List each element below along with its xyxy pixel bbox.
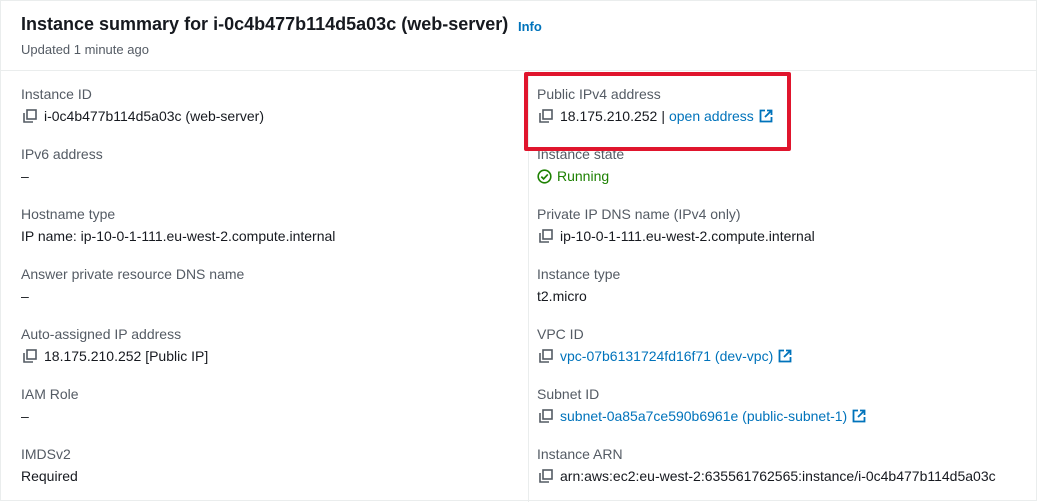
field-label: Instance type — [537, 266, 621, 282]
field-instance-id: Instance ID i-0c4b477b114d5a03c (web-ser… — [21, 86, 264, 124]
field-label: VPC ID — [537, 326, 584, 342]
field-label: Hostname type — [21, 206, 116, 222]
instance-arn-value: arn:aws:ec2:eu-west-2:635561762565:insta… — [560, 468, 996, 484]
check-circle-icon — [537, 168, 552, 184]
instance-summary-panel: Instance summary for i-0c4b477b114d5a03c… — [0, 0, 1037, 502]
copy-icon[interactable] — [539, 229, 553, 243]
copy-icon[interactable] — [23, 349, 37, 363]
field-answer-dns: Answer private resource DNS name – — [21, 266, 244, 304]
field-label: Subnet ID — [537, 386, 600, 402]
copy-icon[interactable] — [23, 109, 37, 123]
summary-header: Instance summary for i-0c4b477b114d5a03c… — [1, 1, 1036, 71]
field-value: Running — [537, 168, 624, 184]
field-label: Instance ID — [21, 86, 92, 102]
status-badge: Running — [557, 168, 610, 184]
copy-icon[interactable] — [539, 469, 553, 483]
field-label: Private IP DNS name (IPv4 only) — [537, 206, 741, 222]
field-value: i-0c4b477b114d5a03c (web-server) — [21, 108, 264, 124]
field-hostname-type: Hostname type IP name: ip-10-0-1-111.eu-… — [21, 206, 335, 244]
copy-icon[interactable] — [539, 349, 553, 363]
field-value: subnet-0a85a7ce590b6961e (public-subnet-… — [537, 408, 866, 424]
external-link-icon[interactable] — [852, 409, 866, 423]
field-value: arn:aws:ec2:eu-west-2:635561762565:insta… — [537, 468, 996, 484]
field-instance-arn: Instance ARN arn:aws:ec2:eu-west-2:63556… — [537, 446, 996, 484]
field-imdsv2: IMDSv2 Required — [21, 446, 78, 484]
subnet-id-link[interactable]: subnet-0a85a7ce590b6961e (public-subnet-… — [560, 408, 847, 424]
imdsv2-value: Required — [21, 468, 78, 484]
field-value: 18.175.210.252 [Public IP] — [21, 348, 208, 364]
updated-timestamp: Updated 1 minute ago — [21, 42, 149, 57]
external-link-icon[interactable] — [778, 349, 792, 363]
field-instance-state: Instance state Running — [537, 146, 624, 184]
field-value: vpc-07b6131724fd16f71 (dev-vpc) — [537, 348, 792, 364]
field-auto-assigned-ip: Auto-assigned IP address 18.175.210.252 … — [21, 326, 208, 364]
auto-ip-value: 18.175.210.252 [Public IP] — [44, 348, 209, 364]
field-private-dns: Private IP DNS name (IPv4 only) ip-10-0-… — [537, 206, 815, 244]
field-label: Auto-assigned IP address — [21, 326, 182, 342]
hostname-type-value: IP name: ip-10-0-1-111.eu-west-2.compute… — [21, 228, 336, 244]
vpc-id-link[interactable]: vpc-07b6131724fd16f71 (dev-vpc) — [560, 348, 773, 364]
field-label: IPv6 address — [21, 146, 103, 162]
copy-icon[interactable] — [539, 409, 553, 423]
field-value: ip-10-0-1-111.eu-west-2.compute.internal — [537, 228, 815, 244]
field-subnet-id: Subnet ID subnet-0a85a7ce590b6961e (publ… — [537, 386, 866, 424]
field-label: Answer private resource DNS name — [21, 266, 245, 282]
ipv6-value: – — [21, 168, 29, 184]
field-label: Instance ARN — [537, 446, 623, 462]
iam-role-value: – — [21, 408, 29, 424]
highlight-annotation-box — [524, 72, 791, 151]
answer-dns-value: – — [21, 288, 29, 304]
instance-id-value: i-0c4b477b114d5a03c (web-server) — [44, 108, 264, 124]
instance-type-value: t2.micro — [537, 288, 587, 304]
info-link[interactable]: Info — [518, 19, 542, 34]
field-label: IAM Role — [21, 386, 79, 402]
field-label: IMDSv2 — [21, 446, 71, 462]
private-dns-value: ip-10-0-1-111.eu-west-2.compute.internal — [560, 228, 815, 244]
page-title: Instance summary for i-0c4b477b114d5a03c… — [21, 14, 509, 34]
field-ipv6-address: IPv6 address – — [21, 146, 103, 184]
field-instance-type: Instance type t2.micro — [537, 266, 620, 304]
field-iam-role: IAM Role – — [21, 386, 79, 424]
field-vpc-id: VPC ID vpc-07b6131724fd16f71 (dev-vpc) — [537, 326, 792, 364]
